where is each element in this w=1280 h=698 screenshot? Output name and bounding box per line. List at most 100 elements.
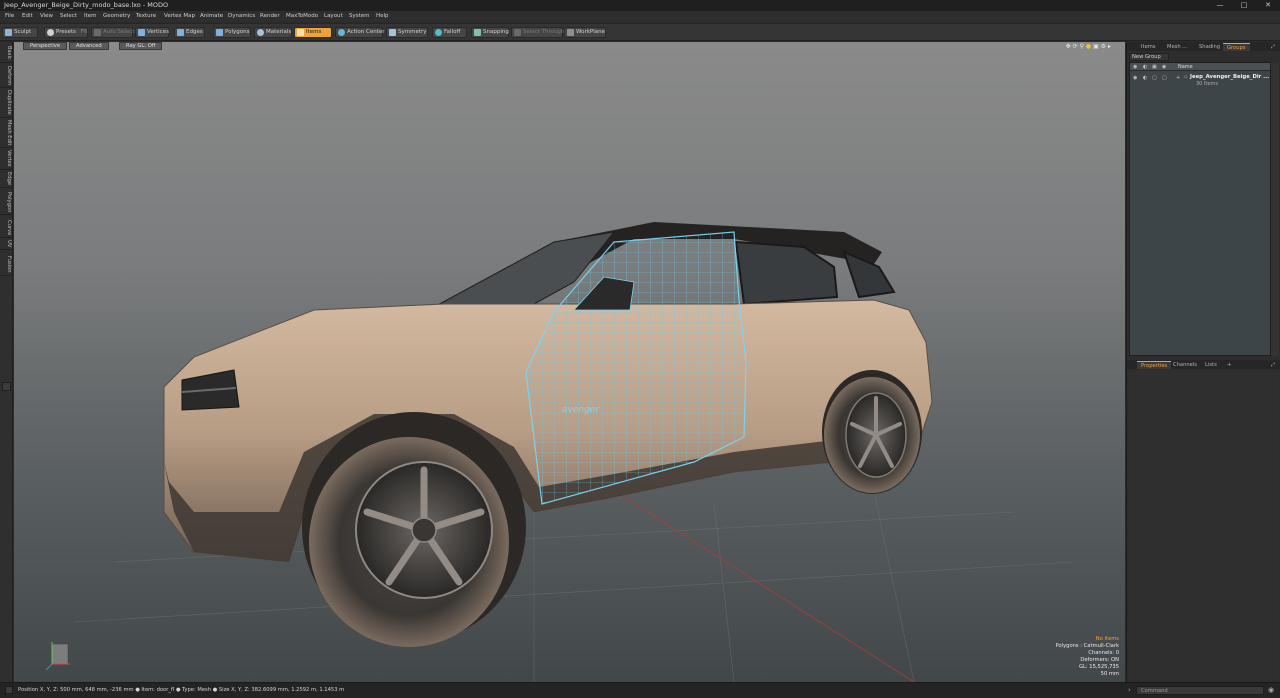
symmetry-icon xyxy=(389,29,396,36)
groups-header: ◉ ◐ ▣ ◉ Name xyxy=(1130,63,1270,71)
snapping-button[interactable]: Snapping xyxy=(471,27,509,38)
tab-duplicate[interactable]: Duplicate xyxy=(0,88,12,118)
tab-mesh[interactable]: Mesh ... xyxy=(1163,43,1191,51)
items-icon xyxy=(297,29,304,36)
auto-select-button[interactable]: Auto Select xyxy=(91,27,135,38)
vertices-icon xyxy=(138,29,145,36)
tab-lists[interactable]: Lists xyxy=(1201,361,1221,369)
menu-texture[interactable]: Texture xyxy=(136,13,156,19)
item-list-tabs: Items Mesh ... Shading Groups ⤢ xyxy=(1127,42,1280,51)
expand-panel-icon[interactable]: ⤢ xyxy=(1267,43,1279,51)
tool-tabs: Basic Deform Duplicate Mesh Edit Vertex … xyxy=(0,42,13,682)
menu-edit[interactable]: Edit xyxy=(22,13,33,19)
status-bar: Position X, Y, Z: 500 mm, 648 mm, -236 m… xyxy=(0,682,1280,698)
select-through-icon xyxy=(514,29,521,36)
command-input[interactable]: Command xyxy=(1136,686,1264,695)
presets-button[interactable]: Presets F6 xyxy=(44,27,88,38)
tab-shading[interactable]: Shading xyxy=(1195,43,1224,51)
tab-channels[interactable]: Channels xyxy=(1169,361,1201,369)
window-title: Jeep_Avenger_Beige_Dirty_modo_base.lxo -… xyxy=(4,1,169,9)
add-tab-button[interactable]: + xyxy=(1223,361,1235,369)
stats-polygons: Polygons : Catmull-Clark xyxy=(1055,643,1119,649)
stats-scale: 50 mm xyxy=(1100,671,1119,677)
action-center-button[interactable]: Action Center xyxy=(335,27,385,38)
door-badge: avenger xyxy=(562,405,600,415)
groups-scrollbar[interactable] xyxy=(1271,62,1279,356)
menu-file[interactable]: File xyxy=(5,13,14,19)
tab-properties[interactable]: Properties xyxy=(1137,361,1172,369)
symmetry-button[interactable]: Symmetry xyxy=(386,27,428,38)
menu-help[interactable]: Help xyxy=(376,13,389,19)
tab-items[interactable]: Items xyxy=(1137,43,1160,51)
tab-curve[interactable]: Curve xyxy=(0,218,12,239)
menu-item[interactable]: Item xyxy=(84,13,97,19)
expand-properties-icon[interactable]: ⤢ xyxy=(1267,361,1279,369)
menu-view[interactable]: View xyxy=(40,13,53,19)
render-column-icon: ◐ xyxy=(1143,64,1148,70)
lock-column-icon: ▣ xyxy=(1152,64,1157,70)
tab-fusion[interactable]: Fusion xyxy=(0,254,12,276)
group-expand-icon[interactable]: + xyxy=(1176,75,1180,81)
maximize-icon[interactable]: □ xyxy=(1232,0,1256,11)
eye-icon[interactable]: ◉ xyxy=(1133,75,1137,81)
menu-layout[interactable]: Layout xyxy=(324,13,343,19)
3d-viewport[interactable]: Perspective Advanced Ray GL: Off ✥ ⟳ ⚲ ●… xyxy=(14,42,1125,682)
tab-basic[interactable]: Basic xyxy=(0,44,12,63)
select-toggle-icon[interactable]: ▢ xyxy=(1162,75,1167,81)
stats-no-items: No Items xyxy=(1095,636,1119,642)
scene: avenger xyxy=(45,222,1075,682)
materials-icon xyxy=(257,29,264,36)
menu-select[interactable]: Select xyxy=(60,13,77,19)
axis-gizmo-icon xyxy=(45,642,70,671)
stats-channels: Channels: 0 xyxy=(1088,650,1119,656)
presets-icon xyxy=(47,29,54,36)
tab-groups[interactable]: Groups xyxy=(1223,43,1250,51)
tab-vertex[interactable]: Vertex xyxy=(0,148,12,170)
menu-bar: File Edit View Select Item Geometry Text… xyxy=(0,11,1280,22)
x-axis-line xyxy=(623,496,915,682)
edges-button[interactable]: Edges xyxy=(174,27,205,38)
vertices-button[interactable]: Vertices xyxy=(135,27,169,38)
stats-deformers: Deformers: ON xyxy=(1080,657,1119,663)
toolbar: Sculpt Presets F6 Auto Select Vertices E… xyxy=(0,23,1280,41)
panel-toggle-icon[interactable] xyxy=(2,382,11,391)
render-toggle-icon[interactable]: ◐ xyxy=(1143,75,1147,81)
presets-shortcut: F6 xyxy=(80,29,88,35)
items-button[interactable]: Items xyxy=(294,27,332,38)
viewport-stats: No Items Polygons : Catmull-Clark Channe… xyxy=(1056,636,1119,678)
command-history-button-icon[interactable]: ◉ xyxy=(1268,686,1274,694)
tab-edge[interactable]: Edge xyxy=(0,170,12,189)
menu-maxtomodo[interactable]: MaxToModo xyxy=(286,13,318,19)
title-bar: Jeep_Avenger_Beige_Dirty_modo_base.lxo -… xyxy=(0,0,1280,11)
name-column-header: Name xyxy=(1178,64,1193,70)
status-text: Position X, Y, Z: 500 mm, 648 mm, -236 m… xyxy=(18,687,345,693)
menu-vertex-map[interactable]: Vertex Map xyxy=(164,13,195,19)
select-through-button[interactable]: Select Through xyxy=(511,27,565,38)
polygons-button[interactable]: Polygons xyxy=(213,27,251,38)
group-name: Jeep_Avenger_Beige_Dir ... xyxy=(1190,74,1270,80)
sculpt-icon xyxy=(5,29,12,36)
select-column-icon: ◉ xyxy=(1162,64,1167,70)
polygons-icon xyxy=(216,29,223,36)
tab-mesh-edit[interactable]: Mesh Edit xyxy=(0,118,12,149)
sculpt-button[interactable]: Sculpt xyxy=(2,27,38,38)
falloff-button[interactable]: Falloff xyxy=(432,27,467,38)
command-history-icon[interactable]: › xyxy=(1128,686,1131,694)
close-icon[interactable]: ✕ xyxy=(1256,0,1280,11)
materials-button[interactable]: Materials xyxy=(254,27,292,38)
lock-toggle-icon[interactable]: ▢ xyxy=(1152,75,1157,81)
new-group-button[interactable]: New Group xyxy=(1129,53,1169,61)
status-toggle-icon[interactable] xyxy=(5,686,13,694)
group-row[interactable]: ◉ ◐ ▢ ▢ + ▫ Jeep_Avenger_Beige_Dir ... 3… xyxy=(1130,73,1270,89)
menu-system[interactable]: System xyxy=(349,13,370,19)
workplane-button[interactable]: WorkPlane xyxy=(564,27,606,38)
menu-dynamics[interactable]: Dynamics xyxy=(228,13,255,19)
menu-animate[interactable]: Animate xyxy=(200,13,223,19)
minimize-icon[interactable]: — xyxy=(1208,0,1232,11)
tab-polygon[interactable]: Polygon xyxy=(0,190,12,216)
visibility-column-icon: ◉ xyxy=(1133,64,1138,70)
tab-deform[interactable]: Deform xyxy=(0,64,12,89)
tab-uv[interactable]: UV xyxy=(0,238,12,251)
menu-geometry[interactable]: Geometry xyxy=(103,13,130,19)
menu-render[interactable]: Render xyxy=(260,13,280,19)
